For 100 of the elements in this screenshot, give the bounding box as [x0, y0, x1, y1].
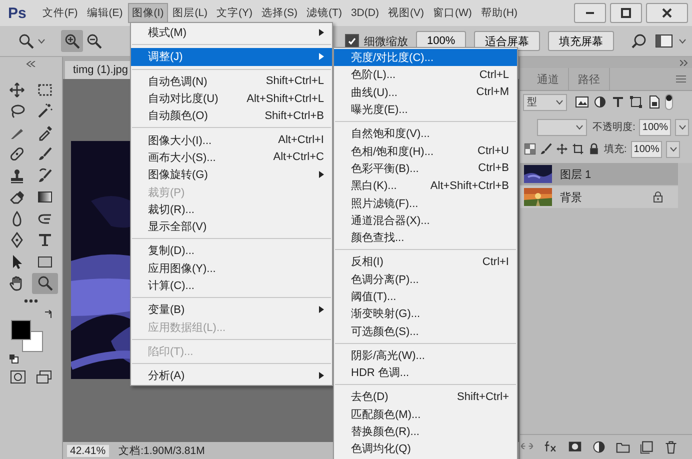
- search-icon[interactable]: [631, 33, 647, 49]
- minimize-button[interactable]: [574, 3, 606, 23]
- new-layer-icon[interactable]: [640, 439, 654, 455]
- stamp-icon: [9, 168, 25, 184]
- menu-item[interactable]: 显示全部(V): [131, 218, 332, 236]
- app-logo: Ps: [7, 4, 28, 22]
- menu-item[interactable]: 替换颜色(R)...: [334, 422, 517, 440]
- menu-item[interactable]: 图像旋转(G): [131, 166, 332, 184]
- menu-item[interactable]: 颜色查找...: [334, 228, 517, 246]
- lock-position-icon[interactable]: [556, 143, 568, 155]
- fill-field[interactable]: 100%: [630, 140, 662, 158]
- close-button[interactable]: [646, 3, 688, 23]
- filter-text: 型: [527, 96, 537, 109]
- screen-mode-icon[interactable]: [36, 370, 52, 384]
- menu-item[interactable]: 窗口(W): [428, 3, 476, 23]
- zoom-out-icon: [86, 33, 102, 49]
- menu-item[interactable]: 色调均化(Q): [334, 440, 517, 458]
- smart-object-filter-icon[interactable]: [647, 95, 661, 109]
- move-icon: [9, 82, 25, 98]
- color-swatches-drawing[interactable]: [11, 320, 43, 352]
- menu-item[interactable]: 画布大小(S)... Alt+Ctrl+C: [131, 148, 332, 166]
- fill-label: 填充:: [604, 142, 627, 156]
- fill-dropdown[interactable]: [666, 140, 680, 158]
- expand-icon[interactable]: [680, 60, 688, 66]
- menu-item[interactable]: 阈值(T)...: [334, 288, 517, 306]
- more-tools-icon[interactable]: [23, 298, 39, 304]
- zoom-in-icon: [64, 33, 80, 49]
- menu-item[interactable]: 图像(I): [128, 3, 168, 23]
- type-filter-icon[interactable]: [611, 95, 625, 109]
- menu-item[interactable]: 选择(S): [258, 3, 302, 23]
- maximize-button[interactable]: [610, 3, 642, 23]
- lock-icon[interactable]: [588, 143, 600, 155]
- swap-icon[interactable]: [44, 310, 53, 319]
- checkbox[interactable]: [345, 34, 359, 48]
- filter-dropdown[interactable]: 型: [523, 94, 567, 110]
- filter-toggle[interactable]: [665, 94, 673, 110]
- menu-item[interactable]: 计算(C)...: [131, 276, 332, 294]
- menu-item[interactable]: 阴影/高光(W)...: [334, 346, 517, 364]
- shape-filter-icon[interactable]: [629, 95, 643, 109]
- trash-icon[interactable]: [664, 439, 678, 455]
- menu-item[interactable]: 帮助(H): [476, 3, 522, 23]
- menu-item[interactable]: 亮度/对比度(C)...: [334, 49, 517, 66]
- adjustment-layer-icon[interactable]: [592, 439, 606, 455]
- menu-item[interactable]: 分析(A): [131, 367, 332, 384]
- menu-item[interactable]: HDR 色调...: [334, 364, 517, 382]
- menu-item[interactable]: 去色(D) Shift+Ctrl+: [334, 388, 517, 406]
- menu-item[interactable]: 曲线(U)... Ctrl+M: [334, 84, 517, 101]
- default-colors-icon[interactable]: [9, 354, 19, 364]
- menu-item[interactable]: 编辑(E): [82, 3, 127, 23]
- menu-item[interactable]: 复制(D)...: [131, 242, 332, 260]
- menu-item[interactable]: 滤镜(T): [302, 3, 346, 23]
- panel-tab[interactable]: 路径: [569, 68, 610, 90]
- menu-item[interactable]: 曝光度(E)...: [334, 100, 517, 118]
- artboard-icon[interactable]: [572, 143, 584, 155]
- layer-row[interactable]: 图层 1: [520, 163, 678, 185]
- lock-pixels-icon[interactable]: [540, 143, 552, 155]
- image-filter-icon[interactable]: [575, 95, 589, 109]
- menu-item[interactable]: 裁切(R)...: [131, 200, 332, 218]
- menu-item[interactable]: 通道混合器(X)...: [334, 212, 517, 229]
- menu-item[interactable]: 色彩平衡(B)... Ctrl+B: [334, 160, 517, 178]
- zoom-in-button[interactable]: [61, 30, 83, 52]
- menu-item[interactable]: 黑白(K)... Alt+Shift+Ctrl+B: [334, 177, 517, 194]
- bandage-icon: [9, 146, 25, 162]
- menu-item[interactable]: 变量(B): [131, 301, 332, 318]
- zoom-level-field[interactable]: 42.41%: [67, 444, 109, 456]
- quick-mask-icon[interactable]: [10, 370, 26, 384]
- menu-item[interactable]: 模式(M): [131, 24, 332, 42]
- menu-item[interactable]: 图层(L): [168, 3, 212, 23]
- menu-item[interactable]: 调整(J): [131, 48, 332, 66]
- menu-item[interactable]: 渐变映射(G)...: [334, 305, 517, 322]
- menu-item[interactable]: 自动颜色(O) Shift+Ctrl+B: [131, 107, 332, 124]
- collapse-icon[interactable]: [26, 61, 36, 67]
- rectangle-icon: [37, 254, 53, 270]
- opacity-field[interactable]: 100%: [639, 118, 671, 136]
- menu-item[interactable]: 3D(D): [346, 4, 383, 22]
- menu-item[interactable]: 色调分离(P)...: [334, 270, 517, 288]
- zoom-tool[interactable]: [32, 272, 58, 294]
- menu-item[interactable]: 色相/饱和度(H)... Ctrl+U: [334, 142, 517, 160]
- menu-item[interactable]: 视图(V): [384, 3, 428, 23]
- marquee-icon: [37, 82, 53, 98]
- menu-item[interactable]: 匹配颜色(M)...: [334, 406, 517, 423]
- menu-item[interactable]: 可选颜色(S)...: [334, 322, 517, 340]
- workspace-icon[interactable]: [655, 34, 673, 48]
- caret-icon: [556, 100, 563, 104]
- menu-item[interactable]: 文字(Y): [212, 3, 257, 23]
- lock-transparency-icon[interactable]: [524, 143, 536, 155]
- menu-item[interactable]: 自然饱和度(V)...: [334, 125, 517, 142]
- menu-item[interactable]: 反相(I) Ctrl+I: [334, 253, 517, 271]
- menu-item[interactable]: 自动对比度(U) Alt+Shift+Ctrl+L: [131, 90, 332, 108]
- toolbar-button[interactable]: 填充屏幕: [548, 31, 614, 51]
- opacity-dropdown[interactable]: [675, 118, 689, 136]
- menu-item[interactable]: 照片滤镜(F)...: [334, 194, 517, 212]
- menu-item[interactable]: 图像大小(I)... Alt+Ctrl+I: [131, 131, 332, 149]
- layer-row[interactable]: 背景: [520, 186, 678, 208]
- menu-icon[interactable]: [676, 75, 686, 83]
- menu-item[interactable]: 色阶(L)... Ctrl+L: [334, 66, 517, 84]
- menu-item[interactable]: 文件(F): [38, 3, 82, 23]
- panel-tab[interactable]: 通道: [528, 68, 569, 90]
- menu-item[interactable]: 应用图像(Y)...: [131, 260, 332, 277]
- adjustment-filter-icon[interactable]: [593, 95, 607, 109]
